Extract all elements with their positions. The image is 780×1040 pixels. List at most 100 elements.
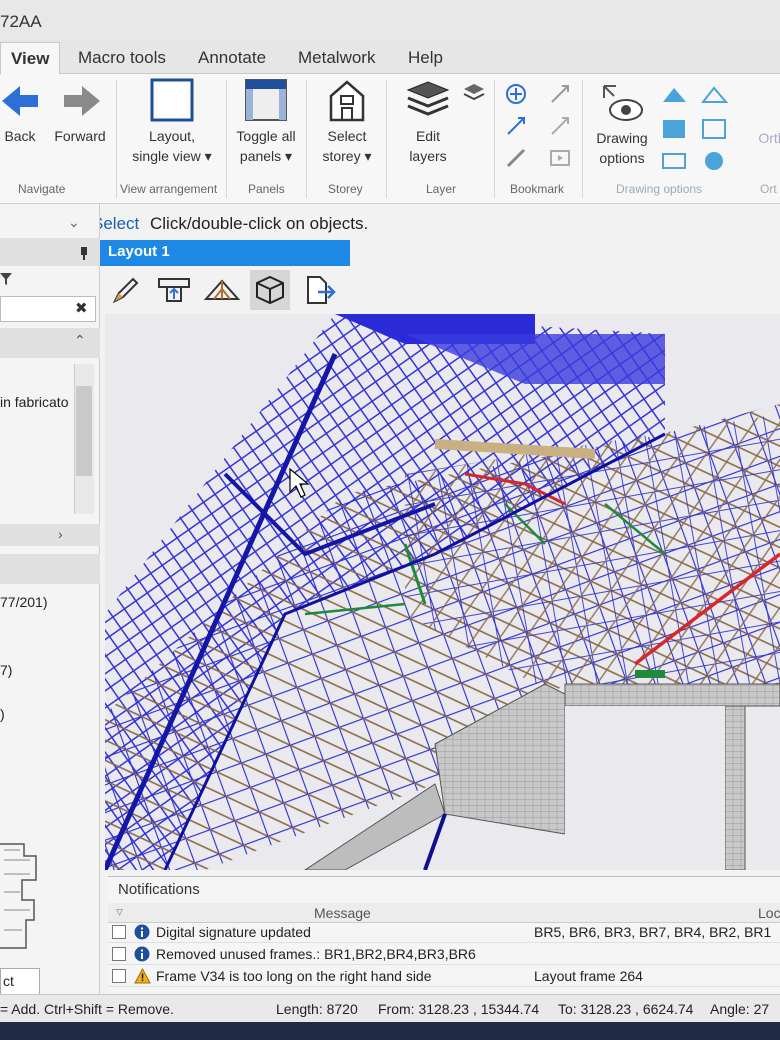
panel-header: [0, 238, 100, 266]
drawing-render-icon[interactable]: [700, 148, 730, 174]
view-toolstrip: [100, 266, 350, 314]
coord-text: 77/201): [0, 594, 48, 610]
status-length: Length: 8720: [276, 1001, 358, 1017]
truss-tool[interactable]: [202, 270, 242, 310]
bookmark-remove-icon[interactable]: [504, 146, 528, 170]
clear-search-icon[interactable]: ✖: [75, 299, 88, 317]
forward-arrow-icon: [64, 86, 100, 116]
tab-layout-1[interactable]: Layout 1: [100, 240, 350, 266]
ribbon-separator: [116, 80, 117, 198]
toggle-all-panels-button[interactable]: Toggle all panels ▾: [232, 78, 300, 166]
ribbon-separator: [494, 80, 495, 198]
roof-frame-model[interactable]: [105, 314, 780, 870]
edit-layers-button[interactable]: Edit layers: [396, 78, 460, 166]
left-panel: ⌄ ✖ ⌃ in fabricato › 77/201) 7) ) ct: [0, 204, 100, 994]
status-bar: = Add. Ctrl+Shift = Remove. Length: 8720…: [0, 994, 780, 1022]
chevron-right-icon: ›: [58, 526, 63, 542]
tab-macro-tools[interactable]: Macro tools: [68, 46, 176, 70]
info-icon: [134, 924, 150, 940]
bookmark-go-icon[interactable]: [504, 114, 528, 138]
drawing-color-icon[interactable]: [660, 82, 690, 108]
filter-icon[interactable]: [0, 272, 14, 286]
notifications-panel: Notifications ▿ Message Loc Digital sign…: [108, 876, 780, 994]
status-hint: = Add. Ctrl+Shift = Remove.: [0, 1001, 174, 1017]
notifications-title: Notifications: [118, 881, 200, 898]
layers-small-icon[interactable]: [462, 82, 486, 104]
group-label-bookmark: Bookmark: [510, 182, 565, 196]
app-title: 72AA: [0, 12, 42, 31]
warning-icon: [134, 968, 151, 984]
roof-section-icon: [158, 278, 190, 302]
tab-view[interactable]: View: [0, 42, 61, 74]
notification-row[interactable]: Frame V34 is too long on the right hand …: [108, 965, 780, 987]
ribbon-separator: [226, 80, 227, 198]
bookmark-pin-icon[interactable]: [548, 82, 572, 106]
title-bar: 72AA: [0, 0, 780, 40]
minimap-thumbnail[interactable]: [0, 840, 40, 956]
house-icon: [329, 80, 365, 122]
layers-icon: [406, 81, 450, 116]
notification-row[interactable]: Removed unused frames.: BR1,BR2,BR4,BR3,…: [108, 943, 780, 965]
tab-help[interactable]: Help: [398, 46, 453, 70]
panel-tab[interactable]: ct: [0, 968, 40, 994]
num-text: 7): [0, 662, 13, 678]
back-button[interactable]: Back: [0, 80, 40, 146]
bookmark-add-icon[interactable]: [504, 82, 528, 106]
ribbon-separator: [386, 80, 387, 198]
wall-right: [564, 683, 780, 707]
layout-single-view-button[interactable]: Layout, single view ▾: [124, 78, 220, 166]
drawing-options-button[interactable]: Drawing options: [588, 80, 656, 168]
roof-section-tool[interactable]: [154, 270, 194, 310]
drawing-grid-icon[interactable]: [700, 116, 730, 142]
search-input[interactable]: ✖: [0, 296, 96, 322]
drawing-scale-icon[interactable]: [660, 148, 690, 174]
panel-section-header-2: [0, 554, 100, 584]
group-label-ortho: Ort: [760, 182, 777, 196]
scroll-thumb[interactable]: [76, 386, 92, 476]
group-label-view-arrangement: View arrangement: [120, 182, 218, 196]
info-icon: [134, 946, 150, 962]
forward-button[interactable]: Forward: [50, 80, 110, 146]
bookmark-next-icon[interactable]: [548, 114, 572, 138]
3d-view-tool[interactable]: [250, 270, 290, 310]
column-location[interactable]: Loc: [758, 905, 780, 921]
ribbon-separator: [306, 80, 307, 198]
panel-dropdown[interactable]: ⌄: [0, 212, 100, 236]
row-checkbox[interactable]: [112, 925, 126, 939]
group-label-panels: Panels: [248, 182, 285, 196]
notifications-header: ▿ Message Loc: [108, 903, 780, 923]
status-to: To: 3128.23 , 6624.74: [558, 1001, 694, 1017]
drawing-fill-icon[interactable]: [660, 116, 690, 142]
3d-viewport[interactable]: [105, 314, 780, 870]
ortho-button[interactable]: Orth: [752, 128, 780, 148]
back-arrow-icon: [2, 86, 38, 116]
panel-section-header[interactable]: ⌃: [0, 328, 100, 358]
notification-row[interactable]: Digital signature updated BR5, BR6, BR3,…: [108, 921, 780, 943]
filter-small-icon[interactable]: ▿: [116, 903, 123, 920]
app-window: 72AA View Macro tools Annotate Metalwork…: [0, 0, 780, 1040]
pencil-tool[interactable]: [106, 270, 146, 310]
cube-3d-icon: [256, 275, 284, 305]
command-prompt: Select Click/double-click on objects.: [92, 214, 368, 234]
fabricator-text: in fabricato: [0, 394, 69, 410]
pin-icon[interactable]: [78, 246, 90, 260]
tab-annotate[interactable]: Annotate: [188, 46, 276, 70]
horizontal-scrollbar[interactable]: ›: [0, 524, 100, 546]
paren-text: ): [0, 706, 5, 722]
export-tool[interactable]: [300, 270, 340, 310]
group-label-navigate: Navigate: [18, 182, 66, 196]
group-label-layer: Layer: [426, 182, 457, 196]
ribbon: Back Forward Layout, single view ▾ Toggl…: [0, 74, 780, 204]
select-storey-button[interactable]: Select storey ▾: [314, 78, 380, 166]
chevron-down-icon: ⌄: [68, 214, 80, 230]
tab-metalwork[interactable]: Metalwork: [288, 46, 385, 70]
row-checkbox[interactable]: [112, 969, 126, 983]
drawing-layer-icon[interactable]: [700, 82, 730, 108]
prompt-text: Click/double-click on objects.: [149, 214, 369, 233]
row-checkbox[interactable]: [112, 947, 126, 961]
pencil-icon: [112, 277, 139, 304]
group-label-storey: Storey: [328, 182, 363, 196]
export-icon: [307, 276, 336, 304]
column-message[interactable]: Message: [314, 905, 371, 921]
bookmark-play-icon[interactable]: [548, 146, 572, 170]
